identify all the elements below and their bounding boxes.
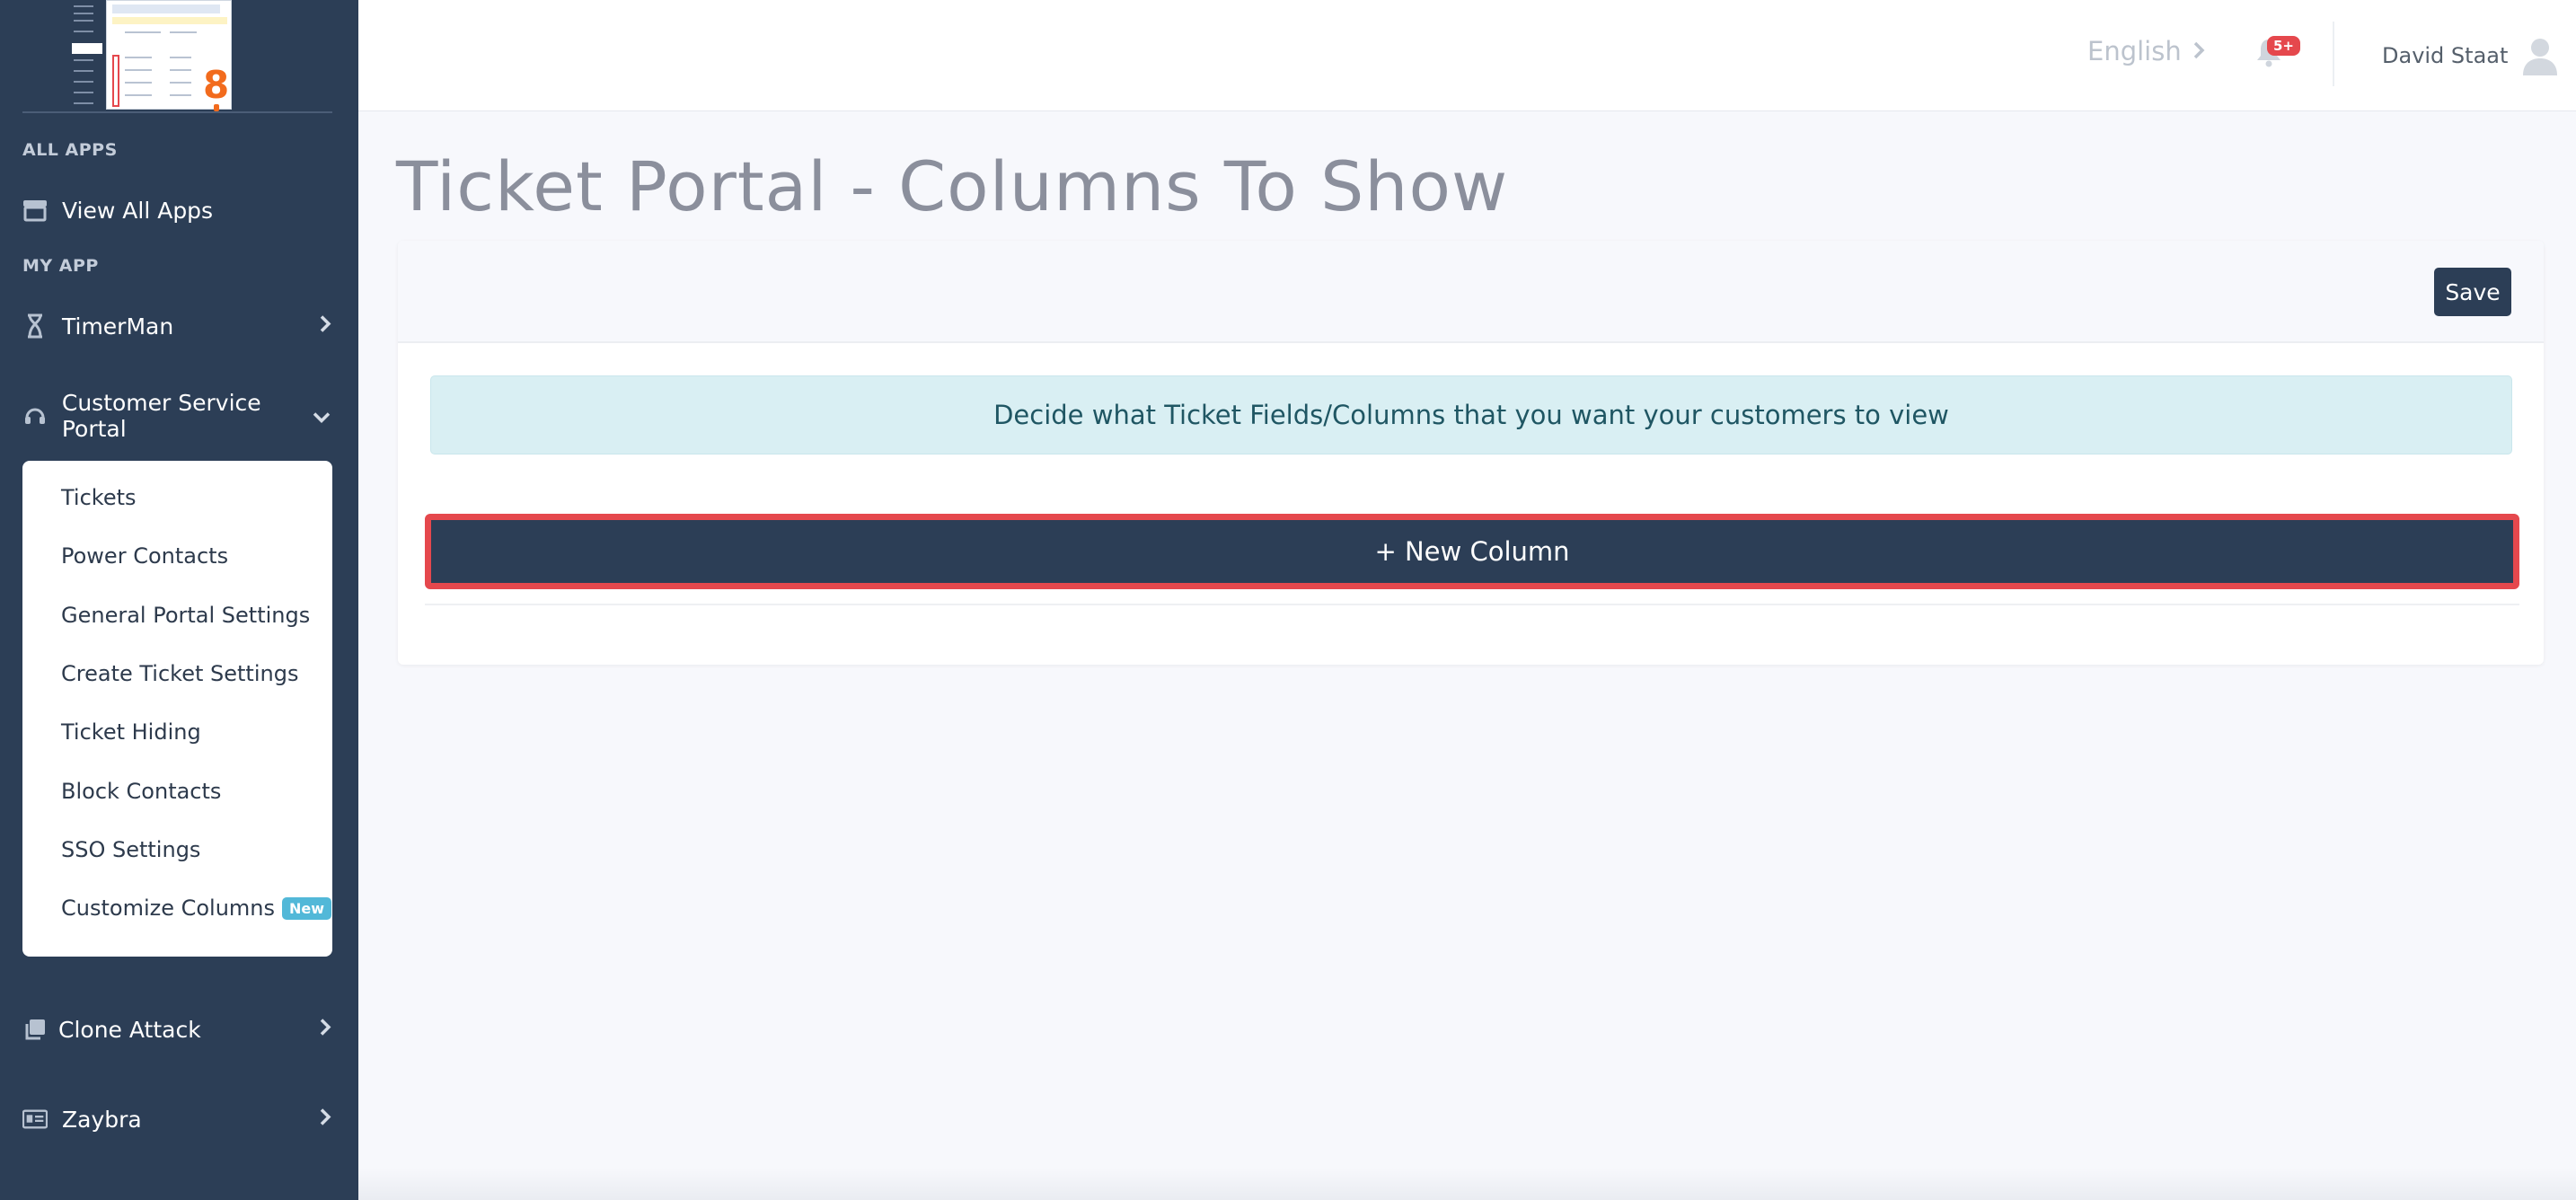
submenu-item-general-portal-settings[interactable]: General Portal Settings — [61, 597, 310, 633]
submenu-item-power-contacts[interactable]: Power Contacts — [61, 538, 228, 574]
info-alert: Decide what Ticket Fields/Columns that y… — [430, 375, 2512, 454]
submenu-item-sso-settings[interactable]: SSO Settings — [61, 832, 200, 868]
sidebar-item-customer-service-portal[interactable]: Customer Service Portal — [22, 390, 331, 442]
customer-service-portal-submenu: Tickets Power Contacts General Portal Se… — [22, 461, 332, 957]
sidebar-item-zaybra[interactable]: Zaybra — [22, 1097, 331, 1142]
sidebar-divider — [22, 111, 332, 113]
app-logo-thumbnail: 8 — [72, 0, 232, 111]
headset-icon — [22, 403, 48, 428]
chevron-right-icon — [319, 1017, 331, 1043]
columns-card: Save Decide what Ticket Fields/Columns t… — [398, 241, 2544, 665]
card-header: Save — [398, 241, 2544, 343]
sidebar-item-clone-attack[interactable]: Clone Attack — [22, 1007, 331, 1052]
avatar-icon — [2519, 34, 2562, 77]
sidebar-item-timerman[interactable]: TimerMan — [22, 304, 331, 349]
sidebar-item-label: Clone Attack — [58, 1016, 201, 1043]
section-label-all-apps: ALL APPS — [22, 140, 118, 160]
sidebar: 8 ALL APPS View All Apps MY APP TimerMan… — [0, 0, 358, 1200]
hourglass-icon — [22, 313, 48, 339]
copy-icon — [22, 1017, 48, 1042]
chevron-right-icon — [319, 313, 331, 340]
new-column-highlight: + New Column — [425, 514, 2519, 589]
new-column-button[interactable]: + New Column — [431, 520, 2513, 583]
sidebar-item-label: View All Apps — [62, 197, 214, 224]
notifications-badge: 5+ — [2267, 36, 2301, 56]
chevron-right-icon — [2192, 36, 2205, 66]
card-divider — [425, 604, 2519, 605]
submenu-item-block-contacts[interactable]: Block Contacts — [61, 773, 221, 809]
sidebar-item-label: Zaybra — [62, 1106, 142, 1133]
submenu-item-ticket-hiding[interactable]: Ticket Hiding — [61, 714, 201, 750]
bottom-shadow — [358, 1168, 2576, 1200]
top-bar — [358, 0, 2576, 111]
sidebar-item-label: TimerMan — [62, 313, 174, 340]
top-bar-separator — [2333, 22, 2334, 86]
sidebar-item-label: Customer Service Portal — [61, 390, 261, 442]
save-button[interactable]: Save — [2434, 268, 2511, 316]
submenu-item-tickets[interactable]: Tickets — [61, 480, 137, 516]
user-menu[interactable]: David Staat — [2382, 34, 2562, 77]
section-label-my-app: MY APP — [22, 256, 99, 276]
new-badge: New — [282, 896, 332, 920]
logo-figure: 8 — [203, 63, 230, 107]
page-title: Ticket Portal - Columns To Show — [396, 146, 1509, 226]
submenu-item-create-ticket-settings[interactable]: Create Ticket Settings — [61, 656, 298, 692]
id-card-icon — [22, 1107, 48, 1132]
store-icon — [22, 198, 48, 223]
sidebar-item-view-all-apps[interactable]: View All Apps — [22, 188, 331, 233]
chevron-down-icon — [312, 403, 331, 429]
user-name: David Staat — [2382, 43, 2509, 68]
language-selector[interactable]: English — [2087, 36, 2205, 66]
chevron-right-icon — [319, 1107, 331, 1133]
submenu-item-customize-columns[interactable]: Customize Columns New — [61, 890, 332, 926]
